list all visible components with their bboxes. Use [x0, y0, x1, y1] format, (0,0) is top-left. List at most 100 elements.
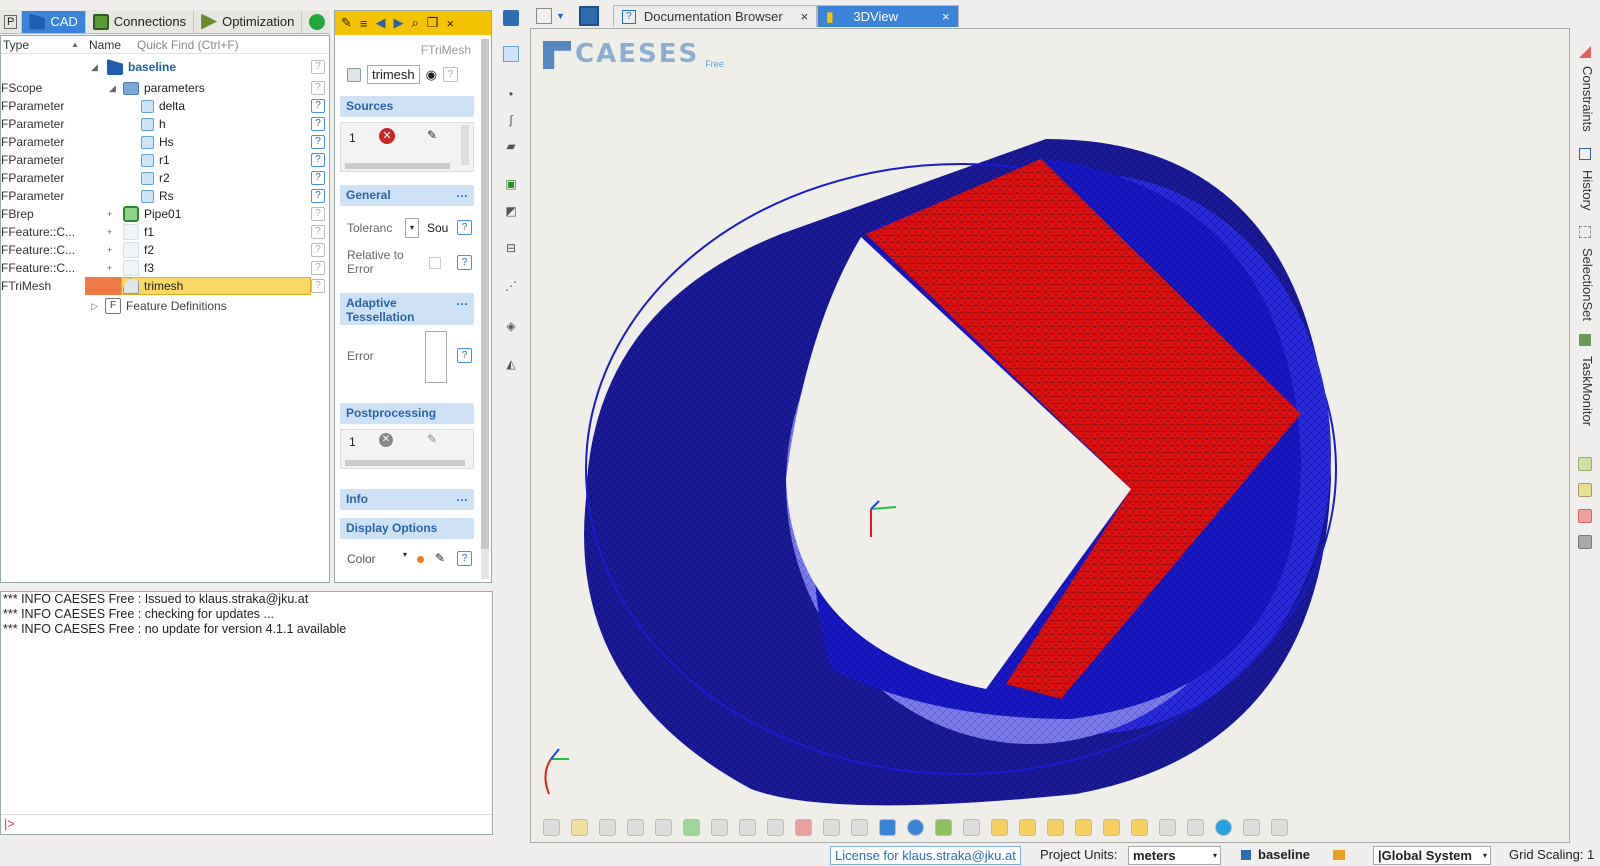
view-minus-x-icon[interactable]: [1075, 818, 1092, 836]
tree-row-h[interactable]: FParameter h ?: [1, 115, 329, 133]
parameter-icon[interactable]: [503, 46, 519, 62]
tab-status-indicator[interactable]: [302, 11, 332, 33]
mesh-icon[interactable]: ◩: [503, 203, 519, 219]
layers-icon[interactable]: [1159, 818, 1176, 836]
tree-row-hs[interactable]: FParameter Hs ?: [1, 133, 329, 151]
tree-row-baseline[interactable]: ◢ baseline ?: [1, 58, 329, 76]
more-icon[interactable]: …: [456, 186, 468, 200]
shape-icon[interactable]: ◈: [503, 318, 519, 334]
collapse-icon[interactable]: ◢: [91, 62, 98, 73]
copy-icon[interactable]: ❐: [427, 15, 439, 31]
tree-row-f2[interactable]: FFeature::C... + f2 ?: [1, 241, 329, 259]
help-icon[interactable]: ?: [457, 255, 472, 270]
twitter-icon[interactable]: [1215, 818, 1232, 836]
shield-icon[interactable]: [851, 818, 868, 836]
help-icon[interactable]: ?: [311, 60, 325, 74]
clip-icon[interactable]: [795, 818, 812, 836]
axis-icon[interactable]: [879, 818, 896, 836]
zoom-icon[interactable]: [1271, 818, 1288, 836]
quick-find-input[interactable]: Quick Find (Ctrl+F): [137, 38, 239, 52]
help-icon[interactable]: ?: [311, 171, 325, 185]
expand-icon[interactable]: ▷: [91, 301, 98, 312]
help-icon[interactable]: ?: [457, 551, 472, 566]
camera-icon[interactable]: [1187, 818, 1204, 836]
expand-icon[interactable]: +: [107, 263, 112, 273]
dotted-filter-icon[interactable]: [739, 818, 756, 836]
collapse-icon[interactable]: ◢: [109, 83, 116, 94]
tab-cad[interactable]: CAD: [22, 10, 86, 33]
view-y-icon[interactable]: [1019, 818, 1036, 836]
tree-row-f3[interactable]: FFeature::C... + f3 ?: [1, 259, 329, 277]
help-icon[interactable]: ?: [311, 225, 325, 239]
help-icon[interactable]: ?: [311, 243, 325, 257]
view-minus-y-icon[interactable]: [1103, 818, 1120, 836]
tree-row-delta[interactable]: FParameter delta ?: [1, 97, 329, 115]
status-square-icon[interactable]: [1578, 509, 1592, 523]
list-icon[interactable]: ≡: [360, 16, 368, 31]
tab-project[interactable]: P: [0, 10, 23, 33]
status-square-icon[interactable]: [1578, 535, 1592, 549]
expand-icon[interactable]: +: [107, 227, 112, 237]
command-prompt[interactable]: |>: [1, 814, 492, 834]
edit-icon[interactable]: ✎: [427, 432, 437, 446]
3d-viewport[interactable]: CAESES Free: [530, 28, 1570, 843]
error-spinbox[interactable]: [425, 331, 447, 383]
tab-documentation-browser[interactable]: ? Documentation Browser ×: [612, 5, 818, 27]
color-dropdown[interactable]: ▾: [403, 550, 413, 568]
status-square-icon[interactable]: [1578, 457, 1592, 471]
section-info[interactable]: Info…: [340, 489, 474, 510]
units-dropdown[interactable]: meters ▾: [1128, 846, 1221, 865]
tab-selectionset[interactable]: SelectionSet: [1580, 248, 1595, 321]
brep-icon[interactable]: ▣: [503, 176, 519, 192]
surface-icon[interactable]: ▰: [503, 138, 519, 154]
folder-icon[interactable]: [503, 10, 519, 26]
scrollbar[interactable]: [461, 125, 469, 165]
props-scrollbar[interactable]: [481, 39, 489, 579]
tree-row-rs[interactable]: FParameter Rs ?: [1, 187, 329, 205]
section-sources[interactable]: Sources: [340, 96, 474, 117]
eye-icon[interactable]: ◉: [426, 67, 437, 83]
forward-arrow-icon[interactable]: ▶: [394, 15, 404, 31]
help-icon[interactable]: ?: [311, 207, 325, 221]
section-display-options[interactable]: Display Options: [340, 518, 474, 539]
tree-row-trimesh[interactable]: FTriMesh trimesh ?: [1, 277, 329, 295]
point-icon[interactable]: •: [503, 86, 519, 102]
help-icon[interactable]: ?: [311, 81, 325, 95]
tab-history[interactable]: History: [1580, 170, 1595, 210]
h-scrollbar[interactable]: [345, 460, 465, 466]
tab-constraints[interactable]: Constraints: [1580, 66, 1595, 132]
help-icon[interactable]: ?: [442, 67, 458, 82]
section-postprocessing[interactable]: Postprocessing: [340, 403, 474, 424]
tree-row-pipe01[interactable]: FBrep + Pipe01 ?: [1, 205, 329, 223]
help-icon[interactable]: ?: [457, 220, 472, 235]
license-info[interactable]: License for klaus.straka@jku.at: [830, 846, 1021, 865]
back-arrow-icon[interactable]: ◀: [376, 15, 386, 31]
help-icon[interactable]: ?: [457, 348, 472, 363]
tree-row-parameters[interactable]: FScope ◢ parameters ?: [1, 79, 329, 97]
dotted-line-icon[interactable]: ⋰: [503, 278, 519, 294]
tree-row-r1[interactable]: FParameter r1 ?: [1, 151, 329, 169]
import-icon[interactable]: ⊟: [503, 240, 519, 256]
tree-row-feature-definitions[interactable]: ▷ F Feature Definitions: [1, 297, 329, 315]
col-name[interactable]: Name: [89, 38, 121, 52]
close-icon[interactable]: ×: [942, 9, 950, 24]
surface-filter-icon[interactable]: [655, 818, 672, 836]
layout-icon[interactable]: [536, 8, 552, 24]
edit-icon[interactable]: ✎: [435, 551, 445, 565]
coordinate-system-dropdown[interactable]: |Global System ▾: [1373, 846, 1491, 865]
view-x-icon[interactable]: [991, 818, 1008, 836]
design-name[interactable]: baseline: [1258, 847, 1310, 862]
edit-icon[interactable]: ✎: [427, 128, 437, 142]
status-square-icon[interactable]: [1578, 483, 1592, 497]
expand-icon[interactable]: +: [107, 245, 112, 255]
view-fit-selection-icon[interactable]: [571, 818, 588, 836]
object-name-field[interactable]: trimesh: [367, 65, 420, 84]
help-icon[interactable]: ?: [311, 189, 325, 203]
remove-icon[interactable]: ✕: [379, 433, 393, 447]
curve-icon[interactable]: ∫: [503, 112, 519, 128]
section-adaptive-tessellation[interactable]: Adaptive Tessellation…: [340, 293, 474, 325]
point-filter-icon[interactable]: [599, 818, 616, 836]
h-scrollbar[interactable]: [345, 163, 450, 169]
view-minus-z-icon[interactable]: [1131, 818, 1148, 836]
help-icon[interactable]: ?: [311, 117, 325, 131]
